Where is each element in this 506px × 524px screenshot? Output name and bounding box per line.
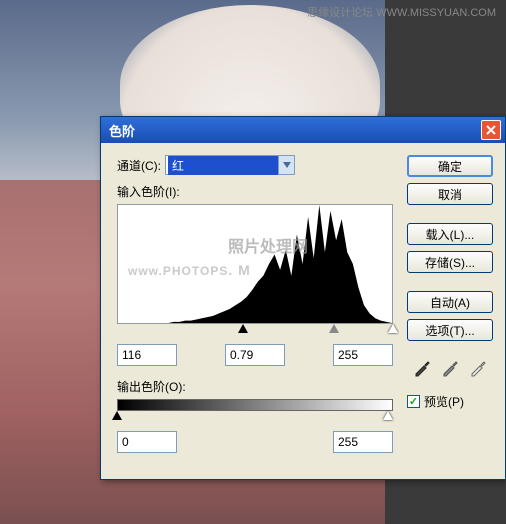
output-high-input[interactable] [333, 431, 393, 453]
eyedropper-icon [413, 359, 431, 377]
highlight-slider[interactable] [388, 324, 398, 333]
output-gradient [117, 399, 393, 411]
output-slider-track[interactable] [117, 411, 393, 425]
close-button[interactable] [481, 120, 501, 140]
gamma-slider[interactable] [329, 324, 339, 333]
channel-label: 通道(C): [117, 157, 161, 174]
ok-button[interactable]: 确定 [407, 155, 493, 177]
output-levels-label: 输出色阶(O): [117, 378, 397, 395]
eyedropper-black[interactable] [411, 357, 433, 379]
channel-select[interactable]: 红 [165, 155, 295, 175]
auto-button[interactable]: 自动(A) [407, 291, 493, 313]
save-button[interactable]: 存储(S)... [407, 251, 493, 273]
input-slider-track[interactable] [117, 324, 393, 338]
histogram: 照片处理网 www.PHOTOPS. M [117, 204, 393, 324]
output-low-input[interactable] [117, 431, 177, 453]
eyedropper-gray[interactable] [439, 357, 461, 379]
output-low-slider[interactable] [112, 411, 122, 420]
eyedropper-icon [469, 359, 487, 377]
chevron-down-icon [278, 156, 294, 174]
cancel-button[interactable]: 取消 [407, 183, 493, 205]
output-high-slider[interactable] [383, 411, 393, 420]
preview-label: 预览(P) [424, 393, 464, 410]
dialog-title: 色阶 [109, 121, 135, 140]
load-button[interactable]: 载入(L)... [407, 223, 493, 245]
titlebar[interactable]: 色阶 [101, 117, 505, 143]
watermark-top: 思缘设计论坛 WWW.MISSYUAN.COM [307, 4, 496, 20]
gamma-input[interactable] [225, 344, 285, 366]
close-icon [486, 125, 496, 135]
shadow-input[interactable] [117, 344, 177, 366]
channel-value: 红 [168, 156, 278, 175]
input-levels-label: 输入色阶(I): [117, 183, 397, 200]
options-button[interactable]: 选项(T)... [407, 319, 493, 341]
watermark-photops: www.PHOTOPS. M [128, 251, 251, 282]
shadow-slider[interactable] [238, 324, 248, 333]
levels-dialog: 色阶 通道(C): 红 输入色阶(I): 照片处理网 www.PHOTOPS [100, 116, 506, 480]
highlight-input[interactable] [333, 344, 393, 366]
eyedropper-icon [441, 359, 459, 377]
preview-checkbox[interactable]: ✓ [407, 395, 420, 408]
eyedropper-white[interactable] [467, 357, 489, 379]
